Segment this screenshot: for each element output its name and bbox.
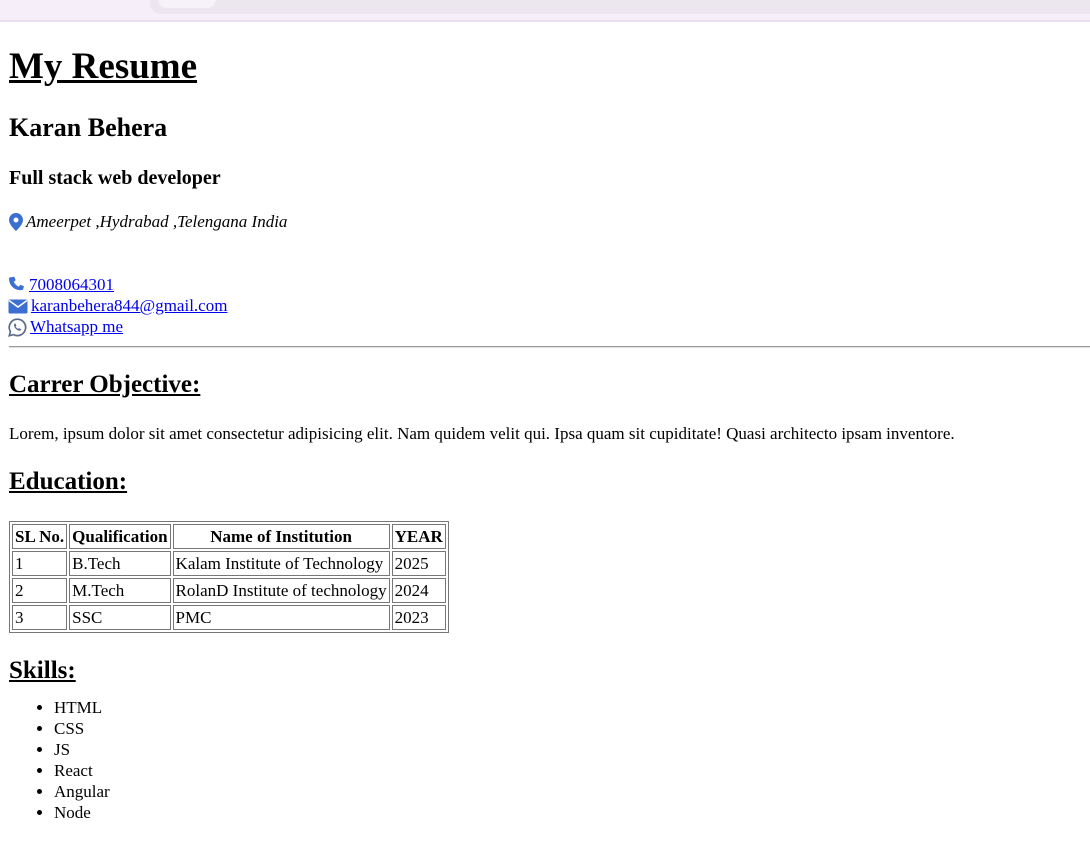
objective-text: Lorem, ipsum dolor sit amet consectetur … <box>9 424 955 443</box>
column-header: Name of Institution <box>172 524 390 549</box>
person-name: Karan Behera <box>9 113 168 142</box>
skill-item: Angular <box>54 781 110 802</box>
skill-item: JS <box>54 739 110 760</box>
page-title: My Resume <box>9 46 198 87</box>
address-text: Ameerpet ,Hydrabad ,Telengana India <box>26 212 288 231</box>
skill-item: CSS <box>54 718 110 739</box>
column-header: SL No. <box>12 524 68 549</box>
email-contact[interactable]: karanbehera844@gmail.com <box>8 296 227 316</box>
table-cell: RolanD Institute of technology <box>172 578 390 603</box>
objective-heading: Carrer Objective: <box>9 371 201 398</box>
envelope-icon <box>8 299 28 314</box>
skills-heading: Skills: <box>9 657 76 684</box>
table-cell: PMC <box>172 605 390 630</box>
skill-item: React <box>54 760 110 781</box>
table-cell: 2 <box>12 578 68 603</box>
phone-contact[interactable]: 7008064301 <box>8 275 114 295</box>
education-table: SL No. Qualification Name of Institution… <box>9 521 449 633</box>
browser-top-strip <box>0 0 1090 22</box>
table-cell: 2023 <box>391 605 446 630</box>
table-cell: 1 <box>12 551 68 576</box>
location-pin-icon <box>9 213 23 231</box>
whatsapp-link[interactable]: Whatsapp me <box>30 317 123 337</box>
email-link[interactable]: karanbehera844@gmail.com <box>31 296 227 316</box>
phone-icon <box>8 276 26 294</box>
table-cell: 3 <box>12 605 68 630</box>
skill-item: Node <box>54 802 110 823</box>
whatsapp-contact[interactable]: Whatsapp me <box>8 317 123 337</box>
table-row: 2 M.Tech RolanD Institute of technology … <box>12 578 446 603</box>
job-role: Full stack web developer <box>9 167 221 189</box>
table-cell: Kalam Institute of Technology <box>172 551 390 576</box>
table-header-row: SL No. Qualification Name of Institution… <box>12 524 446 549</box>
table-cell: B.Tech <box>69 551 171 576</box>
address-bar[interactable] <box>150 0 1090 14</box>
education-heading: Education: <box>9 468 128 495</box>
address-line: Ameerpet ,Hydrabad ,Telengana India <box>9 212 287 232</box>
table-row: 1 B.Tech Kalam Institute of Technology 2… <box>12 551 446 576</box>
whatsapp-icon <box>8 317 27 337</box>
address-bar-chip[interactable] <box>158 0 216 8</box>
divider <box>9 346 1090 348</box>
skills-list: HTML CSS JS React Angular Node <box>14 697 110 823</box>
table-cell: SSC <box>69 605 171 630</box>
column-header: Qualification <box>69 524 171 549</box>
table-cell: M.Tech <box>69 578 171 603</box>
table-row: 3 SSC PMC 2023 <box>12 605 446 630</box>
column-header: YEAR <box>391 524 446 549</box>
table-cell: 2025 <box>391 551 446 576</box>
skill-item: HTML <box>54 697 110 718</box>
table-cell: 2024 <box>391 578 446 603</box>
phone-link[interactable]: 7008064301 <box>29 275 114 295</box>
